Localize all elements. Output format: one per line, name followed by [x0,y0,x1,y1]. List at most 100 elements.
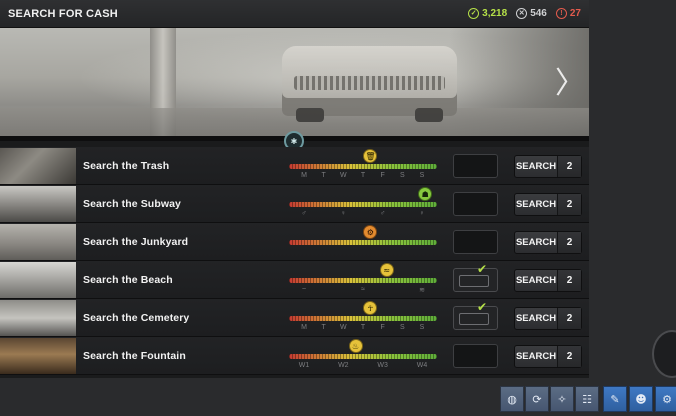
search-button[interactable]: SEARCH 2 [514,193,582,216]
search-button-label: SEARCH [515,237,557,248]
meter-tick-label: ♀ [419,210,425,217]
location-name: Search the Trash [83,160,170,172]
checkmark-icon: ✔ [476,262,487,276]
search-button[interactable]: SEARCH 2 [514,269,582,292]
meter-tick-labels: MTWTFSS [289,324,437,333]
users-icon[interactable]: ☻ [629,386,653,412]
location-list: Search the Trash 🗑 M T W T F S S SEARCH 2 Search th… [0,147,589,375]
meter-tick-label: M [301,172,307,179]
hero-car-wheel [296,108,324,122]
location-thumbnail [0,262,76,298]
alert-count: 27 [569,8,581,19]
item-slot[interactable] [453,192,498,216]
search-button-label: SEARCH [515,275,557,286]
search-button-label: SEARCH [515,161,557,172]
hero-car-grill [294,76,445,90]
item-slot[interactable]: ✔ [453,262,498,292]
item-slot[interactable] [453,344,498,368]
panel-title: SEARCH FOR CASH [8,7,118,20]
fountain-icon: ♨ [348,339,363,353]
x-circle-icon: ✕ [516,8,528,19]
item-slot[interactable] [453,154,498,178]
meter-tick-label: ♂ [380,210,386,217]
search-button[interactable]: SEARCH 2 [514,155,582,178]
globe-icon[interactable]: ◍ [500,386,524,412]
success-meter [289,354,437,359]
location-thumbnail [0,224,76,260]
meter-tick-labels: W1 W2 W3 W4 [289,362,437,371]
location-name: Search the Subway [83,198,181,210]
meter-tick-label: S [399,172,405,179]
tool-icon [459,313,489,325]
search-button[interactable]: SEARCH 2 [514,231,582,254]
gear-icon[interactable]: ⚙ [655,386,676,412]
meter-tick-labels [289,248,437,257]
meter-tick-label: T [321,172,326,179]
meter-tick-label: M [301,324,307,331]
check-circle-icon: ✓ [468,8,480,19]
meter-tick-label: ≈ [361,286,365,293]
search-button-label: SEARCH [515,351,557,362]
meter-tick-label: S [399,324,405,331]
search-button[interactable]: SEARCH 2 [514,307,582,330]
location-name: Search the Fountain [83,350,186,362]
gear-icon: ⚙ [363,225,378,239]
meter-tick-label: ♀ [340,210,346,217]
meter-tick-label: T [321,324,326,331]
item-slot[interactable]: ✔ [453,300,498,330]
location-name: Search the Beach [83,274,173,286]
location-name: Search the Cemetery [83,312,190,324]
location-thumbnail [0,148,76,184]
success-meter [289,278,437,283]
network-icon[interactable]: ☷ [575,386,599,412]
meter-tick-labels: MTWTFSS [289,172,437,181]
meter-tick-label: ~ [301,286,307,293]
search-for-cash-panel: SEARCH FOR CASH ✓ 3,218 ✕ 546 ! 27 〉 ✱ S… [0,0,589,378]
trash-icon: 🗑 [363,149,378,163]
pencil-icon[interactable]: ✎ [603,386,627,412]
meter-tick-label: S [419,172,425,179]
next-arrow-icon[interactable]: 〉 [555,64,585,101]
meter-tick-label: S [419,324,425,331]
hero-car-wheel [415,108,443,122]
refresh-icon[interactable]: ⟳ [525,386,549,412]
search-cost: 2 [557,308,581,329]
search-cost: 2 [557,156,581,177]
meter-tick-labels: ~ ≈ ≋ [289,286,437,295]
item-slot[interactable] [453,230,498,254]
meter-tick-label: T [360,324,366,331]
panel-header: SEARCH FOR CASH ✓ 3,218 ✕ 546 ! 27 [0,0,589,28]
meter-tick-label: T [360,172,366,179]
meter-tick-label: W2 [338,362,349,369]
alert-stat: ! 27 [555,8,581,19]
meter-tick-label: W1 [298,362,310,369]
location-hero-image: 〉 [0,28,589,138]
fail-count: 546 [530,8,547,19]
checkmark-icon: ✔ [476,300,487,314]
location-row: Search the Cemetery ☥ M T W T F S S ✔ SEARCH 2 [0,299,589,337]
location-row: Search the Fountain ♨ W1 W2 W3 W4 SEARCH 2 [0,337,589,375]
lightbulb-icon[interactable]: ✧ [550,386,574,412]
search-button-label: SEARCH [515,199,557,210]
location-row: Search the Junkyard ⚙ SEARCH 2 [0,223,589,261]
meter-tick-labels: ♂ ♀ ♂ ♀ [289,210,437,219]
location-thumbnail [0,186,76,222]
search-cost: 2 [557,270,581,291]
stats-bar: ✓ 3,218 ✕ 546 ! 27 [468,8,581,19]
success-count: 3,218 [482,8,508,19]
location-thumbnail [0,338,76,374]
location-name: Search the Junkyard [83,236,189,248]
alert-circle-icon: ! [555,8,567,19]
search-cost: 2 [557,194,581,215]
meter-tick-label: F [380,324,385,331]
location-row: Search the Beach ≈ ~ ≈ ≋ ✔ SEARCH 2 [0,261,589,299]
hero-wrecked-car [282,46,457,122]
people-icon: ☗ [418,187,433,201]
meter-tick-label: W3 [377,362,388,369]
meter-tick-label: W [340,172,347,179]
search-button[interactable]: SEARCH 2 [514,345,582,368]
success-meter [289,202,437,207]
tool-icon [459,275,489,287]
search-cost: 2 [557,232,581,253]
location-row: Search the Subway ☗ ♂ ♀ ♂ ♀ SEARCH 2 [0,185,589,223]
